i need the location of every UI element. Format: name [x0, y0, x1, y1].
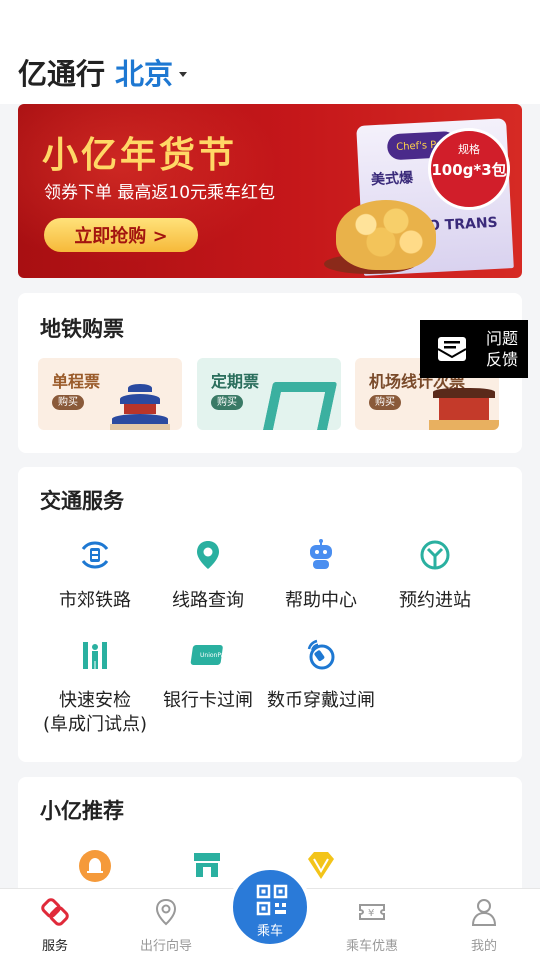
service-bank-card-gate[interactable]: UnionPay 银行卡过闸 — [151, 639, 265, 713]
nav-item-travel-guide[interactable]: 出行向导 — [116, 897, 216, 954]
service-label: 线路查询 — [172, 590, 244, 611]
ticket-buy-badge: 购买 — [211, 395, 243, 410]
svg-text:¥: ¥ — [368, 908, 374, 919]
metro-title: 地铁购票 — [40, 317, 124, 341]
person-icon — [471, 899, 497, 926]
wearable-icon — [307, 639, 335, 670]
ride-label: 乘车 — [256, 924, 283, 939]
ticket-label: 定期票 — [211, 372, 260, 391]
svg-text:UnionPay: UnionPay — [200, 652, 226, 659]
service-reservation[interactable]: 预约进站 — [378, 539, 492, 613]
ticket-period[interactable]: 定期票 购买 — [197, 358, 341, 430]
banner-buy-button[interactable]: 立即抢购 > — [44, 218, 198, 252]
recommend-title: 小亿推荐 — [40, 799, 124, 823]
ticket-buy-badge: 购买 — [369, 395, 401, 410]
promo-banner[interactable]: 小亿年货节 领券下单 最高返10元乘车红包 立即抢购 > Chef's Pop … — [18, 104, 522, 278]
title-row: 亿通行 北京 — [18, 51, 188, 93]
gate-tower-image — [429, 388, 499, 430]
bell-icon[interactable] — [78, 849, 112, 883]
nav-label: 服务 — [41, 939, 68, 954]
ticket-icon: ¥ — [359, 904, 385, 920]
service-help-center[interactable]: 帮助中心 — [264, 539, 378, 613]
ride-button[interactable]: 乘车 — [229, 866, 311, 948]
ticket-label: 单程票 — [52, 372, 101, 391]
service-label: 快速安检 (阜成门试点) — [42, 690, 148, 735]
shop-icon[interactable] — [190, 849, 224, 883]
security-gate-icon — [83, 642, 107, 669]
service-route-query[interactable]: 线路查询 — [151, 539, 265, 613]
city-selector[interactable]: 北京 — [115, 51, 173, 93]
product-name: 美式爆 — [370, 170, 414, 189]
badge-qty: 100g*3包 — [431, 161, 507, 179]
diamond-icon[interactable] — [304, 849, 338, 883]
nav-item-service[interactable]: 服务 — [5, 897, 105, 954]
badge-spec: 规格 — [458, 143, 480, 156]
nav-item-ride-discount[interactable]: ¥ 乘车优惠 — [322, 897, 422, 954]
unionpay-icon: UnionPay — [190, 645, 228, 665]
qr-code-icon — [256, 884, 288, 916]
nav-label: 我的 — [470, 939, 497, 954]
location-icon — [155, 898, 177, 926]
cctv-tower-image — [260, 382, 338, 430]
spec-badge: 规格 100g*3包 — [428, 128, 510, 210]
service-wearable-gate[interactable]: 数币穿戴过闸 — [264, 639, 378, 713]
temple-of-heaven-image — [110, 380, 170, 430]
service-label: 数币穿戴过闸 — [267, 690, 375, 711]
popcorn-image — [336, 200, 436, 270]
service-label: 市郊铁路 — [59, 590, 131, 611]
app-name: 亿通行 — [18, 57, 106, 91]
nav-label: 乘车优惠 — [345, 939, 398, 954]
location-pin-icon — [197, 541, 219, 569]
caret-down-icon[interactable] — [179, 71, 188, 77]
robot-icon — [310, 539, 332, 569]
feedback-icon — [437, 337, 467, 361]
suburban-rail-icon — [81, 541, 109, 569]
service-label: 预约进站 — [399, 590, 471, 611]
service-suburban-rail[interactable]: 市郊铁路 — [38, 539, 152, 613]
feedback-button[interactable]: 问题反馈 — [420, 320, 528, 378]
service-icon — [41, 898, 69, 926]
nav-item-mine[interactable]: 我的 — [434, 897, 534, 954]
header: 亿通行 北京 — [0, 0, 540, 104]
banner-title: 小亿年货节 — [42, 134, 238, 176]
banner-subtitle: 领券下单 最高返10元乘车红包 — [44, 183, 276, 203]
feedback-label: 问题反馈 — [486, 329, 519, 369]
transport-title: 交通服务 — [40, 489, 124, 513]
reservation-icon — [420, 540, 450, 570]
nav-label: 出行向导 — [139, 939, 192, 954]
ticket-buy-badge: 购买 — [52, 395, 84, 410]
service-label: 银行卡过闸 — [163, 690, 253, 711]
transport-service-card: 交通服务 市郊铁路 线路查询 帮助中心 预约进站 快速安检 (阜成门试点) Un… — [18, 467, 522, 762]
service-fast-security[interactable]: 快速安检 (阜成门试点) — [38, 639, 152, 737]
ticket-single[interactable]: 单程票 购买 — [38, 358, 182, 430]
service-label: 帮助中心 — [285, 590, 357, 611]
